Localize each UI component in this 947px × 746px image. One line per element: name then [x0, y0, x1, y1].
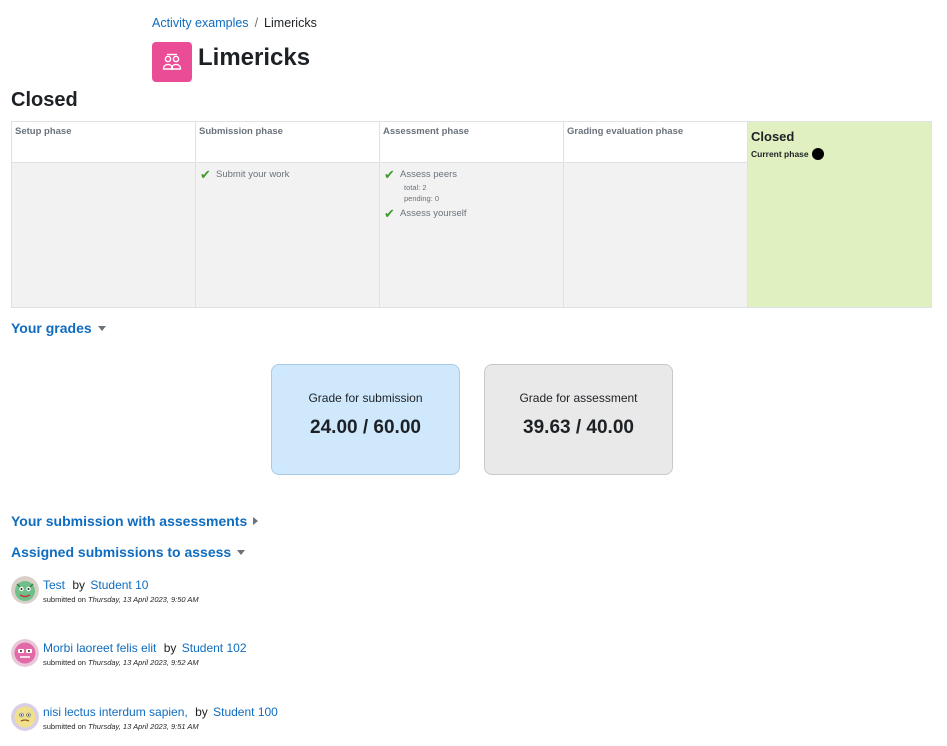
- phase-tasks: [564, 163, 747, 307]
- phase-title-active: Closed Current phase: [748, 122, 931, 163]
- grade-value: 39.63 / 40.00: [523, 417, 634, 438]
- task-label: Submit your work: [216, 169, 290, 180]
- submitted-on-label: submitted on: [43, 595, 86, 604]
- grade-label: Grade for assessment: [519, 391, 638, 405]
- current-phase-heading: Closed: [11, 89, 78, 111]
- phase-tasks: ✔ Submit your work: [196, 163, 379, 307]
- phase-title: Setup phase: [12, 122, 195, 163]
- grade-value: 24.00 / 60.00: [310, 417, 421, 438]
- workshop-icon: [152, 42, 192, 82]
- page-title: Limericks: [198, 44, 311, 71]
- task-detail-total: total: 2: [404, 183, 427, 192]
- task-label: Assess yourself: [400, 208, 467, 219]
- avatar[interactable]: [11, 576, 39, 604]
- breadcrumb-link-activity-examples[interactable]: Activity examples: [152, 16, 249, 30]
- phase-tasks: [12, 163, 195, 307]
- author-link[interactable]: Student 102: [182, 641, 247, 655]
- grade-label: Grade for submission: [308, 391, 423, 405]
- by-label: by: [72, 578, 86, 592]
- phase-title: Assessment phase: [380, 122, 563, 163]
- current-phase-label: Current phase: [751, 149, 809, 159]
- phase-closed: Closed Current phase: [748, 122, 931, 307]
- your-grades-toggle[interactable]: Your grades: [11, 320, 106, 336]
- phase-title: Submission phase: [196, 122, 379, 163]
- phase-title: Closed: [751, 129, 795, 144]
- caret-right-icon: [253, 517, 259, 525]
- check-icon: ✔: [200, 167, 211, 182]
- breadcrumb: Activity examples / Limericks: [152, 16, 317, 30]
- submission-line: Morbi laoreet felis elit by Student 102: [43, 641, 247, 655]
- caret-down-icon: [97, 325, 106, 331]
- section-title: Your submission with assessments: [11, 513, 248, 529]
- section-title: Assigned submissions to assess: [11, 544, 232, 560]
- submission-date: submitted on Thursday, 13 April 2023, 9:…: [43, 722, 199, 731]
- caret-down-icon: [237, 549, 246, 555]
- list-item: nisi lectus interdum sapien, by Student …: [11, 703, 611, 737]
- section-title: Your grades: [11, 320, 92, 336]
- breadcrumb-current: Limericks: [264, 16, 317, 30]
- avatar[interactable]: [11, 703, 39, 731]
- phase-submission: Submission phase ✔ Submit your work: [196, 122, 380, 307]
- submitted-on-label: submitted on: [43, 722, 86, 731]
- by-label: by: [195, 705, 208, 719]
- list-item: Test by Student 10 submitted on Thursday…: [11, 576, 611, 610]
- task-details: total: 2 pending: 0: [404, 182, 559, 204]
- submission-date-value: Thursday, 13 April 2023, 9:52 AM: [88, 658, 199, 667]
- submission-title-link[interactable]: nisi lectus interdum sapien,: [43, 705, 188, 719]
- phase-tasks: [748, 163, 931, 307]
- phase-assessment: Assessment phase ✔ Assess peers total: 2…: [380, 122, 564, 307]
- submission-title-link[interactable]: Morbi laoreet felis elit: [43, 641, 156, 655]
- task-item: ✔ Assess yourself: [384, 206, 559, 221]
- author-link[interactable]: Student 10: [90, 578, 148, 592]
- by-label: by: [163, 641, 177, 655]
- task-label: Assess peers: [400, 169, 458, 180]
- avatar[interactable]: [11, 639, 39, 667]
- phase-setup: Setup phase: [12, 122, 196, 307]
- task-item: ✔ Submit your work: [200, 167, 375, 182]
- submission-line: nisi lectus interdum sapien, by Student …: [43, 705, 278, 719]
- submission-title-link[interactable]: Test: [43, 578, 65, 592]
- submission-date-value: Thursday, 13 April 2023, 9:51 AM: [88, 722, 199, 731]
- grade-for-assessment-box: Grade for assessment 39.63 / 40.00: [484, 364, 673, 475]
- your-submission-toggle[interactable]: Your submission with assessments: [11, 513, 259, 529]
- list-item: Morbi laoreet felis elit by Student 102 …: [11, 639, 611, 673]
- task-detail-pending: pending: 0: [404, 194, 440, 203]
- current-phase-indicator: Current phase: [751, 148, 928, 160]
- phase-title: Grading evaluation phase: [564, 122, 747, 163]
- check-icon: ✔: [384, 206, 395, 221]
- current-phase-dot-icon: [811, 148, 824, 160]
- submission-line: Test by Student 10: [43, 578, 148, 592]
- breadcrumb-separator: /: [254, 16, 259, 30]
- author-link[interactable]: Student 100: [213, 705, 278, 719]
- assigned-submissions-toggle[interactable]: Assigned submissions to assess: [11, 544, 246, 560]
- phase-tasks: ✔ Assess peers total: 2 pending: 0 ✔ Ass…: [380, 163, 563, 307]
- submission-date: submitted on Thursday, 13 April 2023, 9:…: [43, 595, 199, 604]
- grade-for-submission-box: Grade for submission 24.00 / 60.00: [271, 364, 460, 475]
- submission-date: submitted on Thursday, 13 April 2023, 9:…: [43, 658, 199, 667]
- task-item: ✔ Assess peers: [384, 167, 559, 182]
- submission-date-value: Thursday, 13 April 2023, 9:50 AM: [88, 595, 199, 604]
- phase-grading-evaluation: Grading evaluation phase: [564, 122, 748, 307]
- workshop-phase-table: Setup phase Submission phase ✔ Submit yo…: [11, 121, 932, 308]
- submitted-on-label: submitted on: [43, 658, 86, 667]
- check-icon: ✔: [384, 167, 395, 182]
